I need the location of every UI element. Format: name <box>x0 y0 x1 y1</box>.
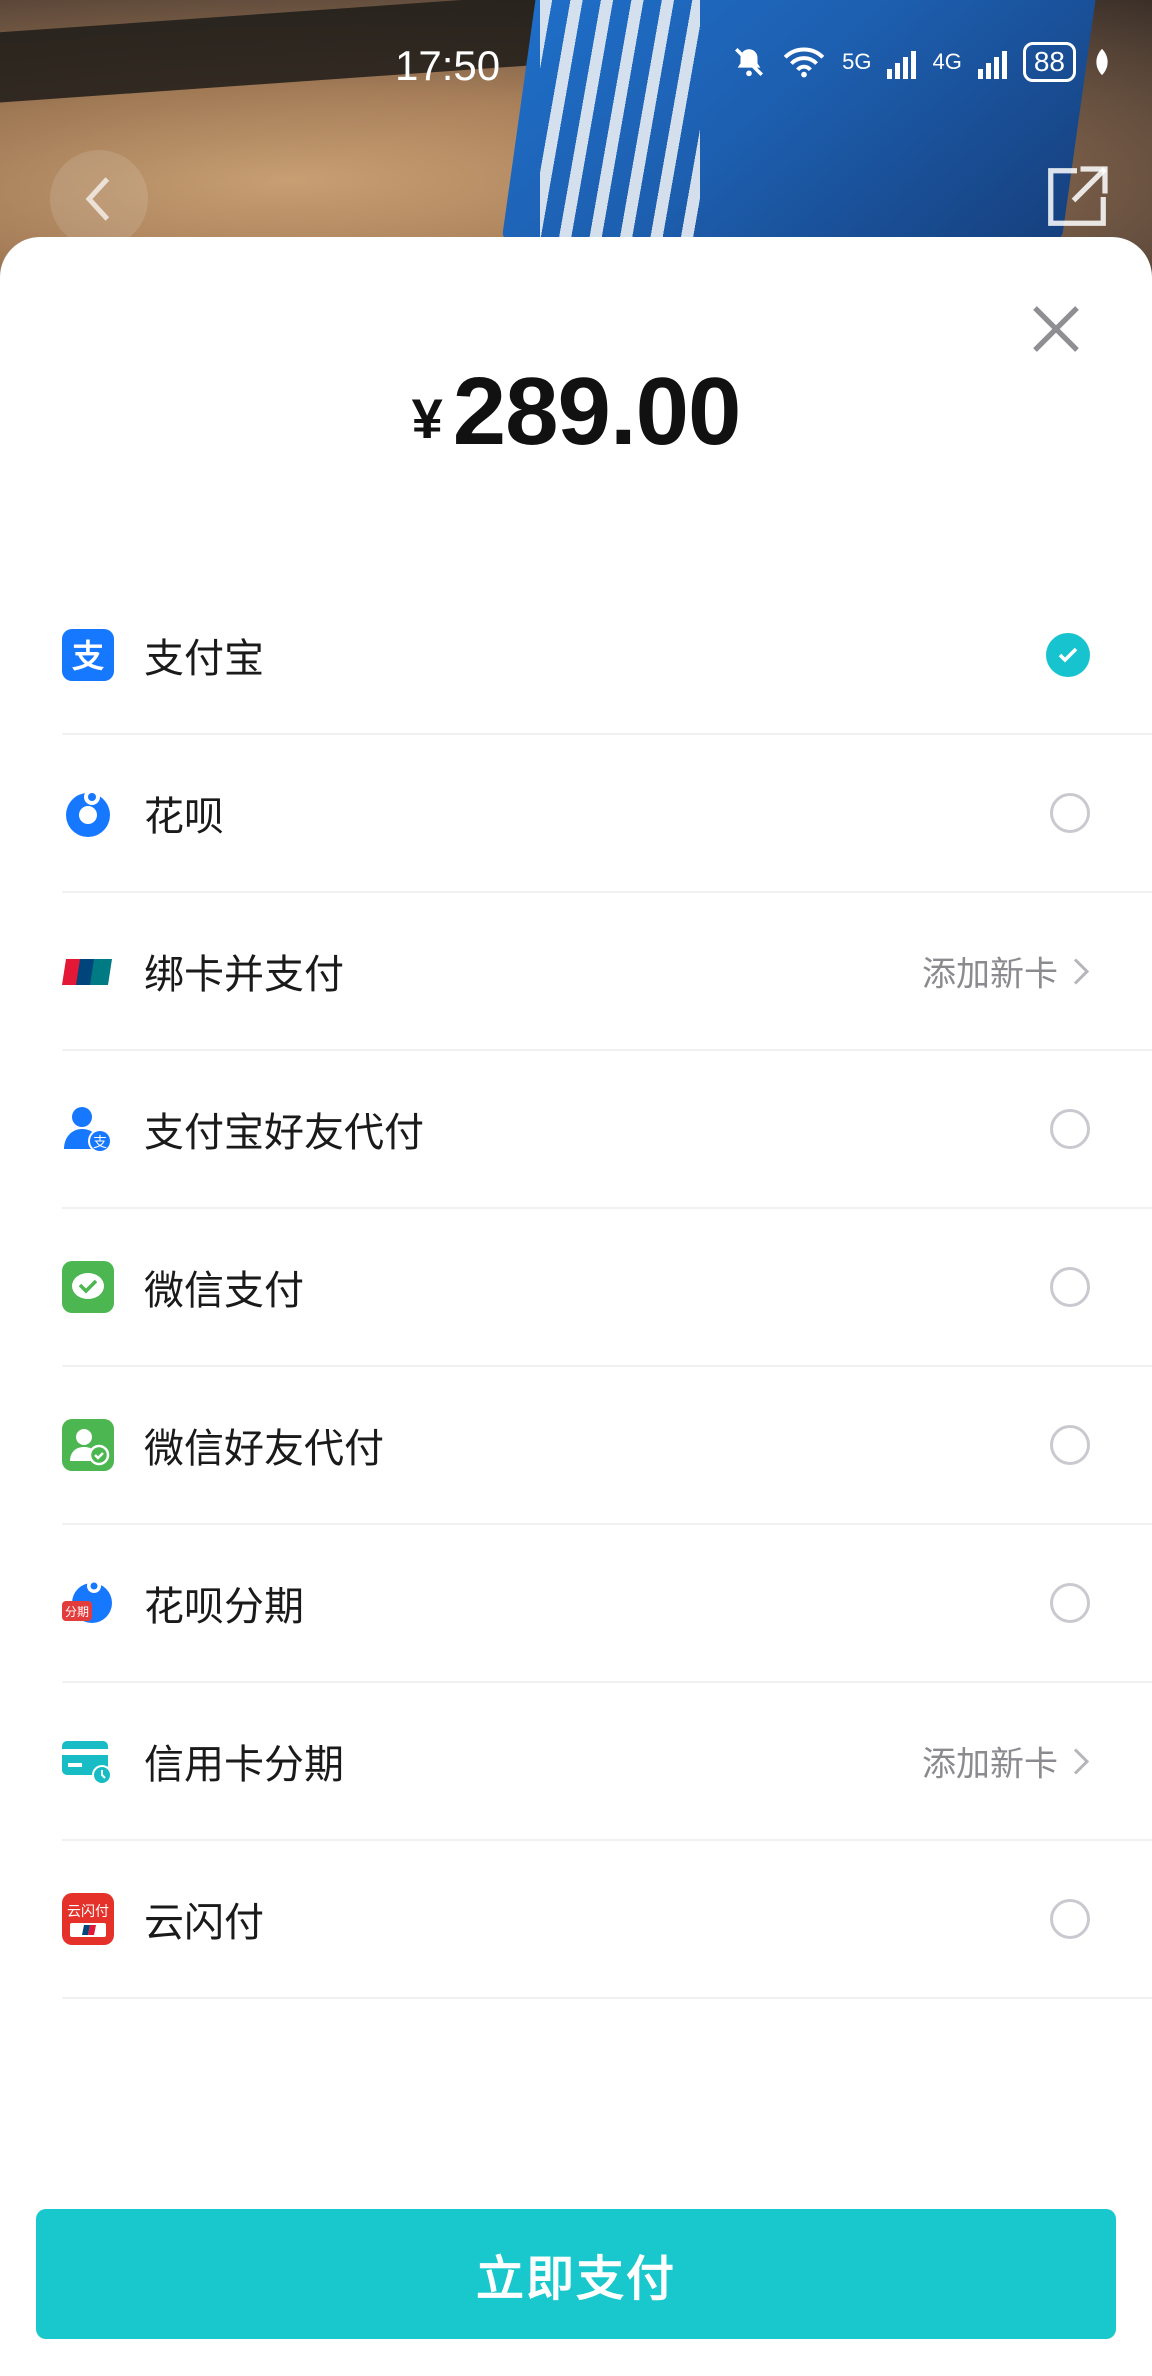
wifi-icon <box>783 47 825 78</box>
chevron-right-icon <box>1073 1747 1090 1775</box>
credit-card-installment-icon <box>62 1741 112 1785</box>
status-icons: 5G 4G 88 <box>732 42 1112 82</box>
method-label: 微信支付 <box>144 1268 304 1314</box>
svg-text:云闪付: 云闪付 <box>67 1904 109 1920</box>
share-external-icon[interactable] <box>1042 162 1112 232</box>
method-label: 支付宝 <box>144 636 264 682</box>
svg-text:支: 支 <box>72 637 104 675</box>
method-huabei-installment[interactable]: 分期 花呗分期 <box>62 1525 1152 1683</box>
method-credit-card-installment[interactable]: 信用卡分期 添加新卡 <box>62 1683 1152 1841</box>
top-nav <box>0 150 1152 250</box>
alipay-friend-icon: 支 <box>64 1107 112 1153</box>
close-icon[interactable] <box>1026 299 1086 359</box>
radio-unchecked[interactable] <box>1050 1267 1090 1307</box>
method-label: 云闪付 <box>144 1900 264 1946</box>
radio-unchecked[interactable] <box>1050 1899 1090 1939</box>
method-label: 花呗分期 <box>144 1584 304 1630</box>
method-label: 支付宝好友代付 <box>144 1110 424 1156</box>
method-label: 微信好友代付 <box>144 1426 384 1472</box>
leaf-icon <box>1096 48 1108 76</box>
network-5g-label: 5G <box>842 49 872 74</box>
method-wechat-friend[interactable]: 微信好友代付 <box>62 1367 1152 1525</box>
method-alipay-friend[interactable]: 支 支付宝好友代付 <box>62 1051 1152 1209</box>
chevron-left-icon <box>85 177 110 221</box>
network-4g-label: 4G <box>932 49 962 74</box>
battery-indicator: 88 <box>1022 42 1076 82</box>
huabei-installment-icon: 分期 <box>62 1579 112 1623</box>
back-button[interactable] <box>50 150 148 248</box>
radio-checked[interactable] <box>1046 633 1090 677</box>
method-label: 绑卡并支付 <box>144 952 344 998</box>
check-icon <box>1058 647 1078 663</box>
payment-methods-list: 支 支付宝 花呗 绑卡并支付 添加新卡 支 支付宝好友代付 微信支付 微信好友代… <box>0 577 1152 1999</box>
mute-bell-icon <box>735 47 764 77</box>
huabei-icon <box>66 789 110 837</box>
method-yunshanfu[interactable]: 云闪付 云闪付 <box>62 1841 1152 1999</box>
signal-bars-icon <box>887 45 917 79</box>
payment-amount: ¥289.00 <box>0 357 1152 467</box>
amount-value: 289.00 <box>452 358 742 465</box>
svg-text:分期: 分期 <box>65 1605 89 1619</box>
yunshanfu-icon: 云闪付 <box>62 1893 114 1945</box>
method-label: 花呗 <box>144 794 224 840</box>
wechat-friend-icon <box>62 1419 114 1471</box>
svg-text:支: 支 <box>93 1135 107 1151</box>
method-label: 信用卡分期 <box>144 1742 344 1788</box>
payment-sheet: ¥289.00 支 支付宝 花呗 绑卡并支付 添加新卡 支 支付宝好友代付 微信… <box>0 237 1152 2376</box>
radio-unchecked[interactable] <box>1050 1583 1090 1623</box>
radio-unchecked[interactable] <box>1050 1109 1090 1149</box>
method-bind-card[interactable]: 绑卡并支付 添加新卡 <box>62 893 1152 1051</box>
currency-symbol: ¥ <box>411 387 443 450</box>
pay-now-button[interactable]: 立即支付 <box>36 2209 1116 2339</box>
status-bar: 17:50 5G 4G 88 <box>0 0 1152 130</box>
wechat-pay-icon <box>62 1261 114 1313</box>
unionpay-icon <box>62 959 112 985</box>
chevron-right-icon <box>1073 957 1090 985</box>
add-new-card-link[interactable]: 添加新卡 <box>922 1737 1058 1786</box>
radio-unchecked[interactable] <box>1050 793 1090 833</box>
method-wechat-pay[interactable]: 微信支付 <box>62 1209 1152 1367</box>
add-new-card-link[interactable]: 添加新卡 <box>922 947 1058 996</box>
method-huabei[interactable]: 花呗 <box>62 735 1152 893</box>
radio-unchecked[interactable] <box>1050 1425 1090 1465</box>
alipay-icon: 支 <box>62 629 114 681</box>
method-alipay[interactable]: 支 支付宝 <box>62 577 1152 735</box>
status-time: 17:50 <box>395 42 501 89</box>
signal-bars-icon-2 <box>977 45 1007 79</box>
